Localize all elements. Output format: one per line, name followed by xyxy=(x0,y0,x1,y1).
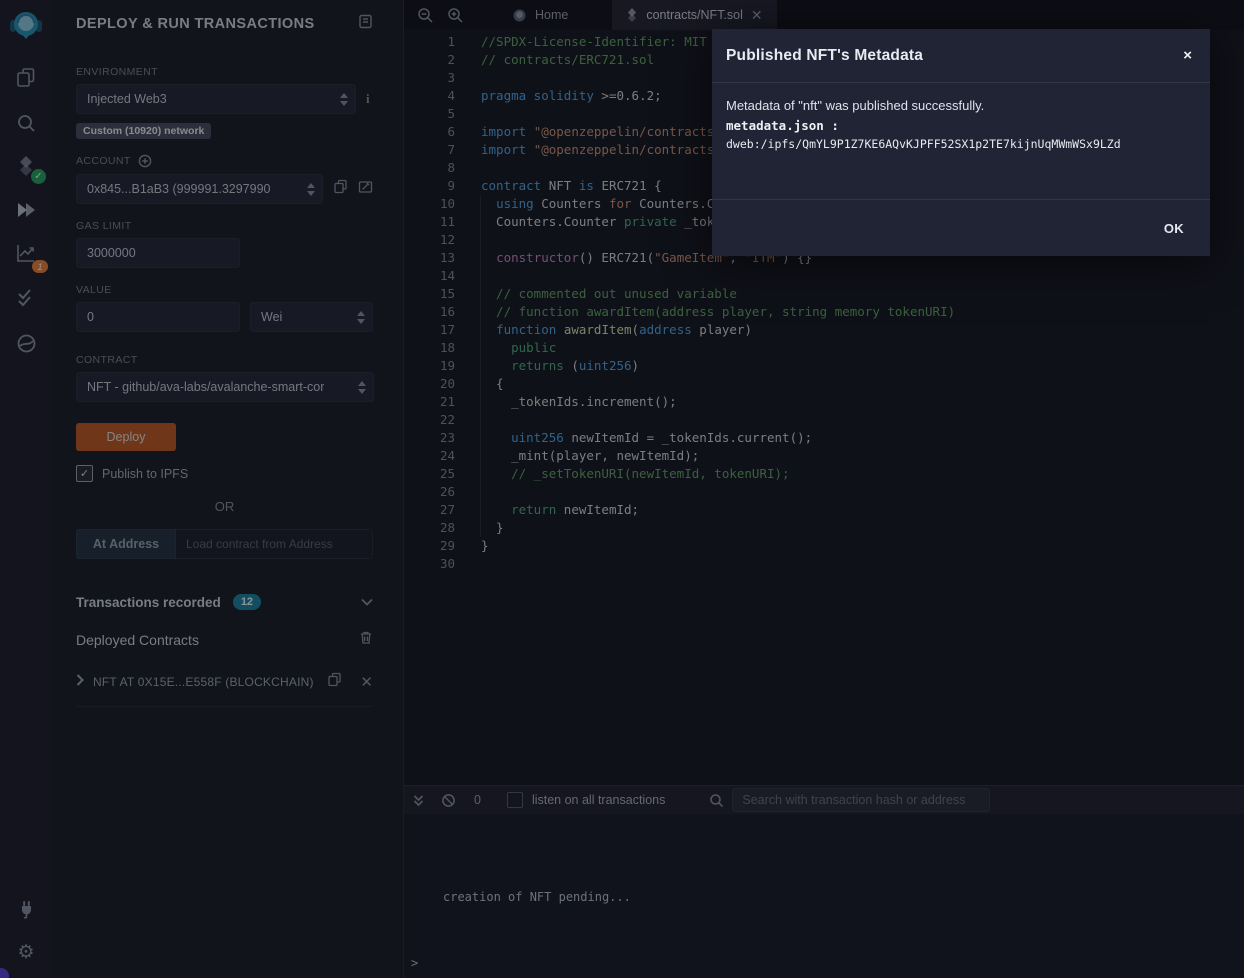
remix-ide-app: ✓ 1 xyxy=(0,0,1244,978)
modal-message: Metadata of "nft" was published successf… xyxy=(726,98,1196,113)
modal-close-icon[interactable]: × xyxy=(1183,48,1192,63)
modal-ok-button[interactable]: OK xyxy=(1158,220,1190,237)
modal-title: Published NFT's Metadata xyxy=(726,47,923,65)
published-metadata-modal: Published NFT's Metadata × Metadata of "… xyxy=(712,29,1210,256)
modal-file-name: metadata.json : xyxy=(726,118,1196,133)
modal-ipfs-hash: dweb:/ipfs/QmYL9P1Z7KE6AQvKJPFF52SX1p2TE… xyxy=(726,137,1196,151)
